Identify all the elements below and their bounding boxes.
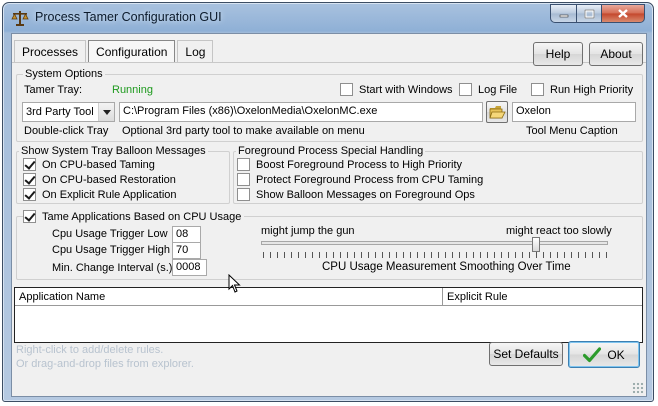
balloon-cpu-restoration-box [23,173,36,186]
balloon-explicit-rule-label: On Explicit Rule Application [42,188,177,201]
slider-ticks [263,252,607,258]
log-file-checkbox[interactable]: Log File [459,83,517,96]
balloon-explicit-rule-box [23,188,36,201]
run-high-priority-label: Run High Priority [550,83,634,96]
slider-caption: CPU Usage Measurement Smoothing Over Tim… [322,261,571,273]
boost-foreground-checkbox[interactable]: Boost Foreground Process to High Priorit… [237,158,462,171]
trigger-high-input[interactable]: 70 [172,242,201,259]
hint-drag-drop: Or drag-and-drop files from explorer. [16,358,194,370]
slider-right-label: might react too slowly [506,225,612,237]
balloon-cpu-restoration-checkbox[interactable]: On CPU-based Restoration [23,173,176,186]
mouse-cursor-icon [228,274,241,293]
boost-foreground-label: Boost Foreground Process to High Priorit… [256,158,463,171]
start-with-windows-checkbox[interactable]: Start with Windows [340,83,453,96]
minimize-icon [559,14,568,17]
foreground-balloon-box [237,188,250,201]
system-options-legend: System Options [23,68,105,80]
hint-add-delete: Right-click to add/delete rules. [16,344,164,356]
chevron-down-icon [98,103,114,121]
run-high-priority-box [531,83,544,96]
foreground-balloon-checkbox[interactable]: Show Balloon Messages on Foreground Ops [237,188,475,201]
double-click-label: Double-click Tray [24,125,109,137]
log-file-box [459,83,472,96]
help-button[interactable]: Help [533,42,583,66]
rules-table[interactable]: Application Name Explicit Rule [14,287,643,343]
smoothing-slider-track[interactable] [261,241,608,245]
run-high-priority-checkbox[interactable]: Run High Priority [531,83,633,96]
tool-caption-input[interactable]: Oxelon [512,102,636,122]
balloon-cpu-restoration-label: On CPU-based Restoration [42,173,176,186]
start-with-windows-box [340,83,353,96]
tool-caption-label: Tool Menu Caption [526,125,618,137]
tamer-tray-label: Tamer Tray: [24,84,83,96]
balloon-explicit-rule-checkbox[interactable]: On Explicit Rule Application [23,188,177,201]
tab-processes[interactable]: Processes [14,40,87,62]
title-bar[interactable]: Process Tamer Configuration GUI [3,3,653,31]
boost-foreground-box [237,158,250,171]
tab-configuration[interactable]: Configuration [88,40,176,62]
tame-cpu-checkbox[interactable]: Tame Applications Based on CPU Usage [23,210,245,223]
close-icon [618,9,628,18]
open-folder-icon [488,106,506,119]
checkmark-icon [583,346,602,362]
optional-tool-label: Optional 3rd party tool to make availabl… [122,125,365,137]
balloon-messages-legend: Show System Tray Balloon Messages [19,145,208,157]
ok-button-label: OK [607,347,625,362]
foreground-balloon-label: Show Balloon Messages on Foreground Ops [256,188,475,201]
resize-grip[interactable] [632,382,644,394]
tamer-tray-status: Running [112,84,153,96]
min-change-label: Min. Change Interval (s.) [52,262,173,274]
protect-foreground-checkbox[interactable]: Protect Foreground Process from CPU Tami… [237,173,483,186]
tool-select[interactable]: 3rd Party Tool [22,102,115,122]
window-title: Process Tamer Configuration GUI [35,10,222,24]
column-explicit-rule[interactable]: Explicit Rule [443,288,642,306]
about-button[interactable]: About [589,42,643,66]
trigger-low-label: Cpu Usage Trigger Low [52,228,168,240]
minimize-button[interactable] [550,4,576,23]
slider-left-label: might jump the gun [261,225,355,237]
close-button[interactable] [602,4,645,23]
tab-strip: Processes Configuration Log [14,40,215,62]
ok-button[interactable]: OK [568,341,640,368]
app-window: Process Tamer Configuration GUI Processe… [2,2,654,402]
trigger-low-input[interactable]: 08 [172,226,201,243]
maximize-icon [584,9,594,18]
balloon-cpu-taming-box [23,158,36,171]
set-defaults-button[interactable]: Set Defaults [489,342,563,366]
balloon-cpu-taming-checkbox[interactable]: On CPU-based Taming [23,158,155,171]
maximize-button[interactable] [576,4,602,23]
smoothing-slider-thumb[interactable] [532,237,540,252]
start-with-windows-label: Start with Windows [359,83,453,96]
scales-icon [11,11,29,26]
log-file-label: Log File [478,83,518,96]
client-area: Processes Configuration Log Help About S… [11,33,647,397]
protect-foreground-box [237,173,250,186]
protect-foreground-label: Protect Foreground Process from CPU Tami… [256,173,484,186]
browse-button[interactable] [486,101,508,123]
trigger-high-label: Cpu Usage Trigger High [52,244,171,256]
tab-log[interactable]: Log [177,40,214,62]
tame-cpu-label: Tame Applications Based on CPU Usage [42,210,242,223]
tool-path-input[interactable]: C:\Program Files (x86)\OxelonMedia\Oxelo… [119,102,483,122]
balloon-cpu-taming-label: On CPU-based Taming [42,158,155,171]
tame-cpu-box [23,210,36,223]
tool-select-value: 3rd Party Tool [26,106,94,118]
foreground-handling-legend: Foreground Process Special Handling [236,145,426,157]
min-change-input[interactable]: 0008 [172,259,207,276]
